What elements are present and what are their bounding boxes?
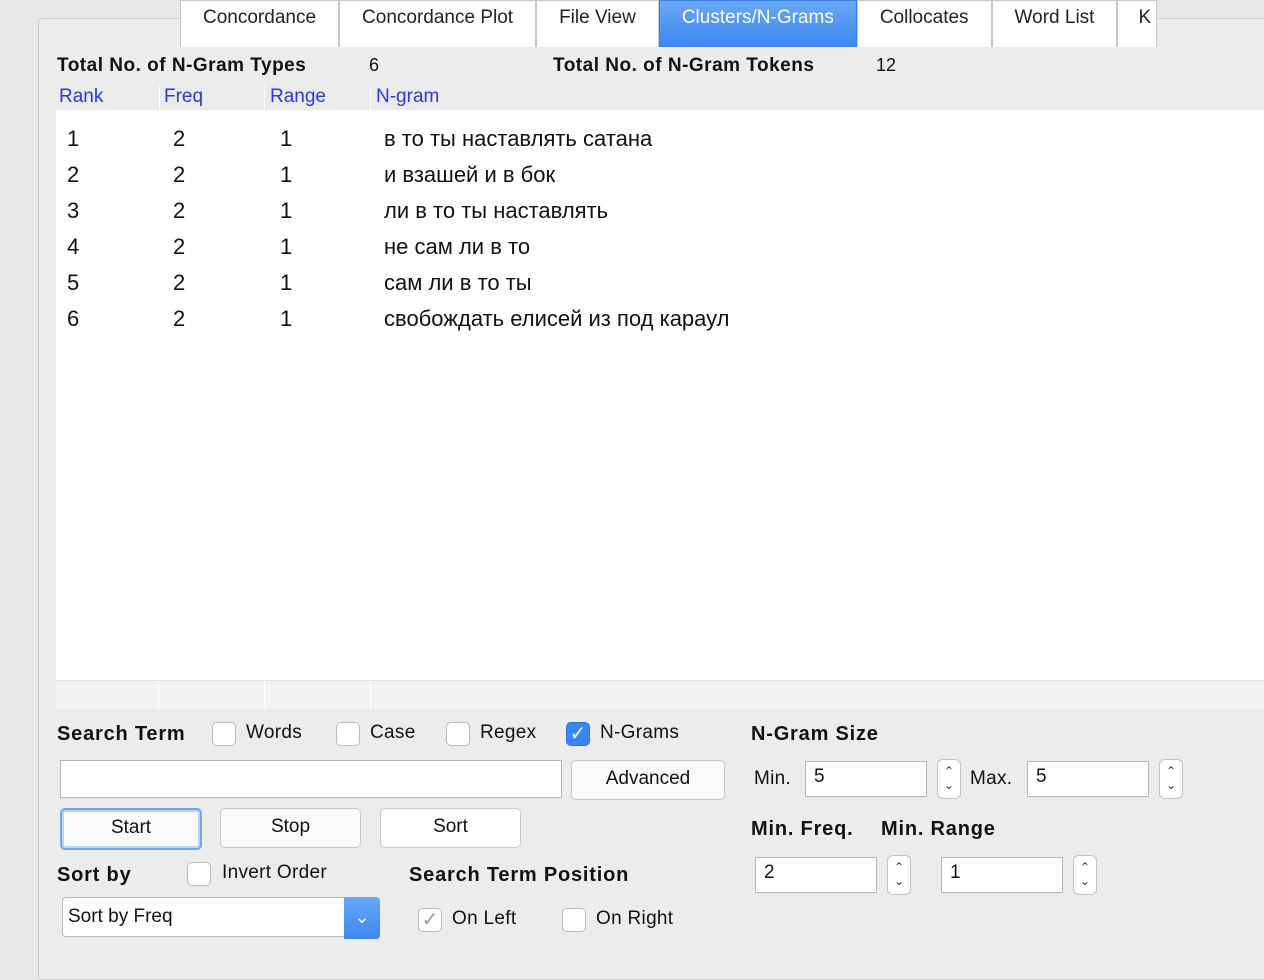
tab-keyword-list[interactable]: K [1117, 0, 1158, 47]
ngram-cell: ли в то ты наставлять [384, 198, 609, 223]
regex-checkbox[interactable] [446, 722, 470, 746]
table-row[interactable]: 5 2 1 сам ли в то ты [56, 270, 1264, 306]
tab-concordance-plot[interactable]: Concordance Plot [339, 0, 537, 47]
advanced-button[interactable]: Advanced [571, 760, 725, 800]
min-freq-stepper-icon[interactable]: ⌃ ⌄ [887, 855, 911, 895]
column-header-freq[interactable]: Freq [164, 86, 265, 110]
sort-by-select[interactable]: Sort by Freq ⌄ [62, 897, 380, 939]
footer-cell [162, 681, 265, 709]
on-right-label: On Right [596, 908, 674, 929]
min-range-label: Min. Range [881, 818, 996, 840]
rank-cell: 4 [67, 234, 80, 259]
range-cell: 1 [280, 234, 293, 259]
rank-cell: 6 [67, 306, 80, 331]
ngram-cell: сам ли в то ты [384, 270, 532, 295]
tab-file-view[interactable]: File View [536, 0, 659, 47]
range-cell: 1 [280, 126, 293, 151]
column-header-ngram[interactable]: N-gram [376, 86, 1256, 110]
case-label: Case [370, 722, 416, 743]
freq-cell: 2 [173, 162, 186, 187]
table-row[interactable]: 3 2 1 ли в то ты наставлять [56, 198, 1264, 234]
on-left-label: On Left [452, 908, 517, 929]
min-freq-input[interactable]: 2 [755, 857, 877, 893]
ngram-cell: свобождать елисей из под караул [384, 306, 730, 331]
column-header-rank[interactable]: Rank [59, 86, 160, 110]
results-table[interactable]: 1 2 1 в то ты наставлять сатана 2 2 1 и … [56, 110, 1264, 680]
freq-cell: 2 [173, 270, 186, 295]
ngrams-label: N-Grams [600, 722, 680, 743]
tab-clusters-ngrams[interactable]: Clusters/N-Grams [658, 0, 857, 47]
column-header-range[interactable]: Range [270, 86, 371, 110]
ngram-cell: и взашей и в бок [384, 162, 556, 187]
ngram-cell: не сам ли в то [384, 234, 531, 259]
min-range-stepper-icon[interactable]: ⌃ ⌄ [1073, 855, 1097, 895]
case-checkbox[interactable] [336, 722, 360, 746]
total-tokens-label: Total No. of N-Gram Tokens [553, 55, 815, 76]
range-cell: 1 [280, 270, 293, 295]
rank-cell: 1 [67, 126, 80, 151]
tab-collocates[interactable]: Collocates [856, 0, 992, 47]
on-left-checkbox[interactable]: ✓ [418, 908, 442, 932]
footer-cell [268, 681, 371, 709]
tab-bar: Concordance Concordance Plot File View C… [180, 0, 1158, 48]
table-row[interactable]: 4 2 1 не сам ли в то [56, 234, 1264, 270]
ngram-cell: в то ты наставлять сатана [384, 126, 653, 151]
freq-cell: 2 [173, 306, 186, 331]
invert-order-label: Invert Order [222, 862, 327, 883]
max-size-input[interactable]: 5 [1027, 761, 1149, 797]
sort-button[interactable]: Sort [380, 808, 521, 848]
on-right-checkbox[interactable] [562, 908, 586, 932]
tab-word-list[interactable]: Word List [991, 0, 1118, 47]
sort-by-selected-value: Sort by Freq [68, 906, 173, 927]
table-row[interactable]: 1 2 1 в то ты наставлять сатана [56, 126, 1264, 162]
sort-by-label: Sort by [57, 864, 132, 886]
range-cell: 1 [280, 198, 293, 223]
range-cell: 1 [280, 306, 293, 331]
min-size-stepper-icon[interactable]: ⌃ ⌄ [937, 759, 961, 799]
results-footer-bar [56, 680, 1264, 709]
freq-cell: 2 [173, 198, 186, 223]
ngram-size-label: N-Gram Size [751, 723, 879, 745]
start-button[interactable]: Start [60, 808, 202, 850]
invert-order-checkbox[interactable] [187, 862, 211, 886]
range-cell: 1 [280, 162, 293, 187]
tab-concordance[interactable]: Concordance [180, 0, 340, 47]
freq-cell: 2 [173, 126, 186, 151]
footer-cell [374, 681, 1264, 709]
min-size-input[interactable]: 5 [805, 761, 927, 797]
min-size-label: Min. [754, 768, 792, 789]
regex-label: Regex [480, 722, 537, 743]
total-tokens-value: 12 [876, 55, 897, 75]
words-label: Words [246, 722, 303, 743]
max-size-stepper-icon[interactable]: ⌃ ⌄ [1159, 759, 1183, 799]
footer-cell [56, 681, 159, 709]
rank-cell: 2 [67, 162, 80, 187]
min-freq-label: Min. Freq. [751, 818, 854, 840]
search-term-label: Search Term [57, 723, 186, 745]
total-types-value: 6 [369, 55, 380, 75]
ngrams-checkbox[interactable]: ✓ [566, 722, 590, 746]
results-header: Rank Freq Range N-gram [56, 84, 1264, 111]
max-size-label: Max. [970, 768, 1013, 789]
search-term-input[interactable] [60, 760, 562, 798]
freq-cell: 2 [173, 234, 186, 259]
table-row[interactable]: 2 2 1 и взашей и в бок [56, 162, 1264, 198]
chevron-down-icon: ⌄ [344, 897, 380, 939]
rank-cell: 3 [67, 198, 80, 223]
stop-button[interactable]: Stop [220, 808, 361, 848]
words-checkbox[interactable] [212, 722, 236, 746]
min-range-input[interactable]: 1 [941, 857, 1063, 893]
table-row[interactable]: 6 2 1 свобождать елисей из под караул [56, 306, 1264, 342]
total-types-label: Total No. of N-Gram Types [57, 55, 307, 76]
search-term-position-label: Search Term Position [409, 864, 630, 886]
rank-cell: 5 [67, 270, 80, 295]
